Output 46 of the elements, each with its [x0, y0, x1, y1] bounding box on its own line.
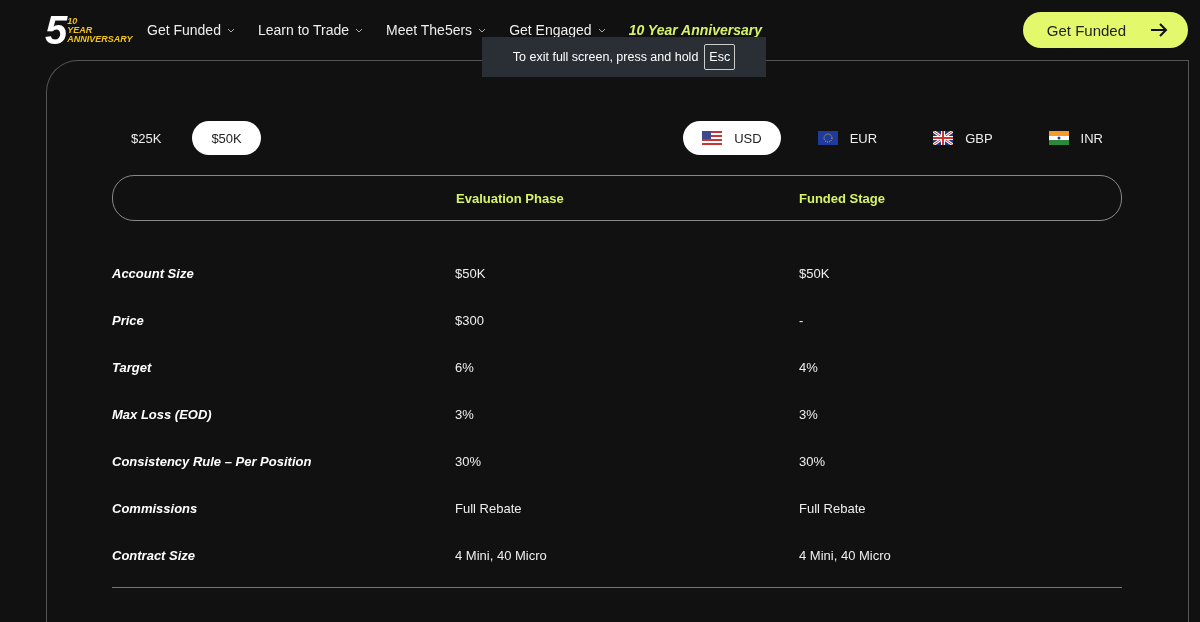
row-label: Price: [112, 313, 145, 328]
column-header: Evaluation Phase: [455, 190, 565, 206]
currency-tab[interactable]: USD: [683, 121, 781, 155]
arrow-icon: [1150, 22, 1168, 38]
flag-icon: [817, 131, 838, 145]
table-cell-text: 4 Mini, 40 Micro: [799, 548, 892, 563]
nav-link[interactable]: Get Engaged: [509, 22, 606, 38]
row-label: Max Loss (EOD): [112, 407, 213, 422]
nav-link[interactable]: Meet The5ers: [386, 22, 487, 38]
table-cell-text: 4 Mini, 40 Micro: [455, 548, 548, 563]
table-cell-text: 3%: [455, 407, 475, 422]
nav-link[interactable]: Learn to Trade: [257, 22, 363, 38]
row-label: Consistency Rule – Per Position: [112, 454, 313, 469]
get-funded-button[interactable]: Get Funded: [1022, 12, 1188, 48]
size-tab[interactable]: $25K: [112, 121, 181, 155]
chevron-down-icon: [597, 27, 606, 33]
notice-text: To exit full screen, press and hold: [512, 50, 699, 64]
chevron-down-icon: [355, 27, 363, 33]
currency-tab[interactable]: GBP: [914, 121, 1012, 155]
size-tab[interactable]: $50K: [192, 121, 261, 155]
table-cell-text: 3%: [799, 407, 819, 422]
table-cell-text: 30%: [799, 454, 827, 469]
flag-icon: [702, 131, 723, 145]
chevron-down-icon: [478, 27, 487, 33]
table-cell-text: Full Rebate: [799, 501, 867, 516]
table-cell-text: Full Rebate: [455, 501, 523, 516]
table-cell-text: $50K: [455, 266, 487, 281]
table-cell-text: 6%: [455, 360, 475, 375]
row-label: Contract Size: [112, 548, 197, 563]
table-cell-text: $300: [455, 313, 485, 328]
currency-tab[interactable]: INR: [1029, 121, 1122, 155]
table-cell-text: $50K: [799, 266, 831, 281]
nav-link[interactable]: 10 Year Anniversary: [628, 22, 762, 38]
table-cell-text: 30%: [455, 454, 483, 469]
chevron-down-icon: [226, 27, 235, 33]
row-label: Target: [112, 360, 153, 375]
table-cell-text: 4%: [799, 360, 819, 375]
row-label: Commissions: [112, 501, 199, 516]
nav-link[interactable]: Get Funded: [147, 22, 235, 38]
esc-key: Esc: [704, 44, 736, 70]
table-cell-text: -: [799, 313, 805, 328]
column-header: Funded Stage: [799, 190, 886, 206]
flag-icon: [933, 131, 954, 145]
currency-tab[interactable]: EUR: [798, 121, 897, 155]
row-label: Account Size: [112, 266, 195, 281]
flag-icon: [1048, 131, 1069, 145]
